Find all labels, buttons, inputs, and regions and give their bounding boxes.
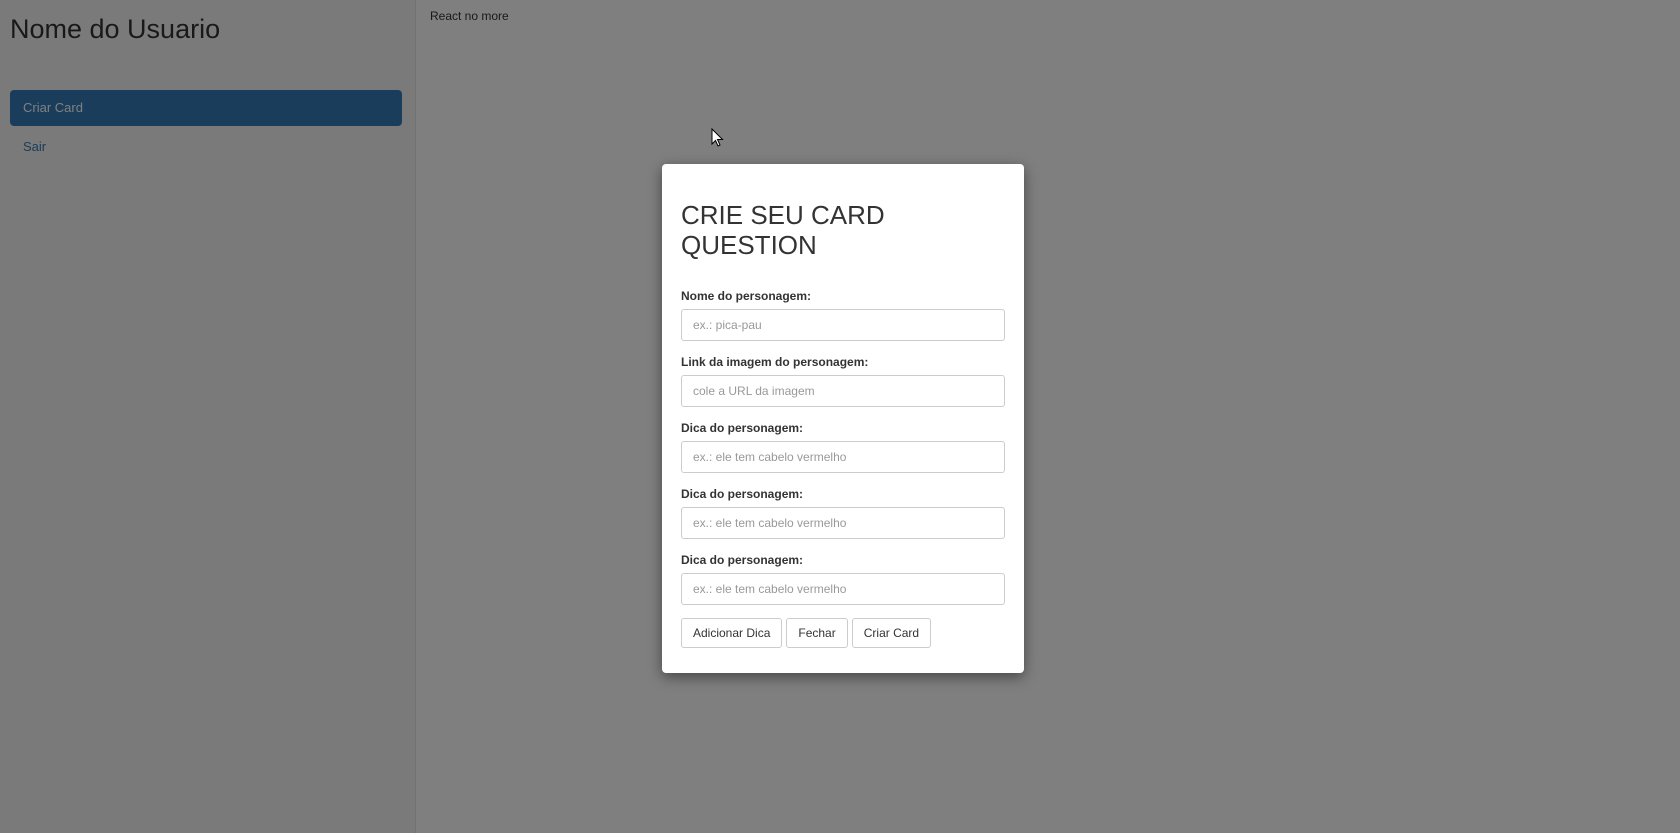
create-card-modal: CRIE SEU CARD QUESTION Nome do personage… bbox=[662, 164, 1024, 673]
field-group-dica-3: Dica do personagem: bbox=[681, 553, 1005, 605]
hint-input-3[interactable] bbox=[681, 573, 1005, 605]
add-hint-button[interactable]: Adicionar Dica bbox=[681, 618, 783, 648]
character-name-input[interactable] bbox=[681, 309, 1005, 341]
modal-title: CRIE SEU CARD QUESTION bbox=[681, 200, 885, 260]
close-button[interactable]: Fechar bbox=[786, 618, 848, 648]
field-label-imagem: Link da imagem do personagem: bbox=[681, 355, 869, 369]
create-card-button[interactable]: Criar Card bbox=[851, 618, 932, 648]
field-label-dica-3: Dica do personagem: bbox=[681, 553, 804, 567]
hint-input-2[interactable] bbox=[681, 507, 1005, 539]
hint-input-1[interactable] bbox=[681, 441, 1005, 473]
field-label-dica-1: Dica do personagem: bbox=[681, 421, 804, 435]
field-group-imagem: Link da imagem do personagem: bbox=[681, 355, 1005, 407]
field-group-dica-1: Dica do personagem: bbox=[681, 421, 1005, 473]
modal-button-row: Adicionar Dica Fechar Criar Card bbox=[681, 618, 1005, 648]
mouse-pointer-icon bbox=[711, 128, 724, 147]
field-group-dica-2: Dica do personagem: bbox=[681, 487, 1005, 539]
image-url-input[interactable] bbox=[681, 375, 1005, 407]
page: Nome do Usuario Criar Card Sair React no… bbox=[0, 0, 1680, 833]
field-label-dica-2: Dica do personagem: bbox=[681, 487, 804, 501]
field-label-nome: Nome do personagem: bbox=[681, 289, 812, 303]
field-group-nome: Nome do personagem: bbox=[681, 289, 1005, 341]
